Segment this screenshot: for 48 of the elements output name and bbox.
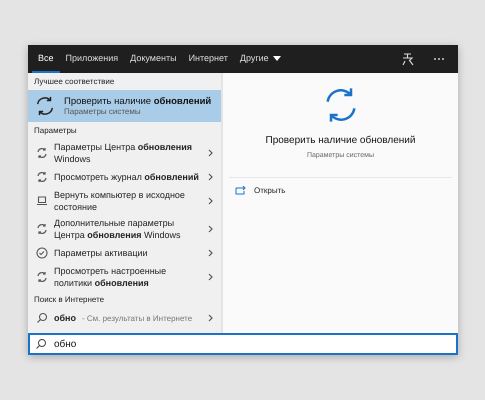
refresh-icon — [36, 271, 48, 283]
refresh-icon — [34, 95, 56, 117]
search-query: обно — [54, 313, 76, 323]
settings-result[interactable]: Дополнительные параметры Центра обновления Windows — [28, 215, 221, 243]
result-label: Параметры активации — [54, 247, 149, 259]
section-heading: Поиск в Интернете — [33, 294, 106, 306]
refresh-icon — [36, 223, 48, 235]
refresh-icon — [36, 171, 48, 183]
section-heading: Лучшее соответствие — [33, 76, 116, 88]
search-icon — [35, 338, 47, 350]
section-heading: Параметры — [33, 125, 78, 137]
search-icon — [36, 312, 48, 324]
settings-result[interactable]: Параметры активации — [28, 243, 221, 263]
result-title: Проверить наличие обновлений — [64, 96, 212, 107]
laptop-icon — [36, 195, 48, 207]
result-label: Параметры Центра обновления Windows — [54, 141, 193, 165]
best-match-item[interactable]: Проверить наличие обновлений Параметры системы — [28, 90, 221, 122]
chevron-icon — [208, 197, 213, 205]
chevron-icon — [208, 225, 213, 233]
more-icon[interactable] — [433, 57, 445, 61]
settings-result[interactable]: Вернуть компьютер в исходное состояние — [28, 187, 221, 215]
open-action[interactable]: Открыть — [235, 186, 286, 195]
result-label: Дополнительные параметры Центра обновления Windows — [54, 217, 182, 241]
refresh-icon — [36, 147, 48, 159]
feedback-icon[interactable] — [401, 52, 415, 66]
chevron-icon — [208, 314, 213, 322]
chevron-icon — [208, 273, 213, 281]
tab[interactable]: Интернет — [182, 45, 234, 73]
settings-result[interactable]: Просмотреть журнал обновлений — [28, 167, 221, 187]
result-label: Вернуть компьютер в исходное состояние — [54, 189, 186, 213]
result-label: Просмотреть журнал обновлений — [54, 171, 200, 183]
result-label: Просмотреть настроенные политики обновления — [54, 265, 168, 289]
caret-icon — [272, 56, 281, 60]
settings-result[interactable]: Параметры Центра обновления Windows — [28, 139, 221, 167]
chevron-icon — [208, 249, 213, 257]
tab[interactable]: Другие — [234, 45, 287, 73]
search-field[interactable]: обно — [28, 333, 458, 355]
open-window-icon — [235, 186, 246, 195]
web-results-hint: - См. результаты в Интернете — [82, 314, 194, 322]
result-subtitle: Параметры системы — [64, 107, 142, 116]
web-search-result[interactable]: обно - См. результаты в Интернете — [28, 308, 221, 328]
settings-result[interactable]: Просмотреть настроенные политики обновления — [28, 263, 221, 291]
tab[interactable]: Документы — [124, 45, 183, 73]
chevron-icon — [208, 149, 213, 157]
chevron-icon — [208, 173, 213, 181]
tab[interactable]: Приложения — [60, 45, 124, 73]
check-circle-icon — [36, 247, 48, 259]
preview-title: Проверить наличие обновлений — [266, 135, 416, 146]
